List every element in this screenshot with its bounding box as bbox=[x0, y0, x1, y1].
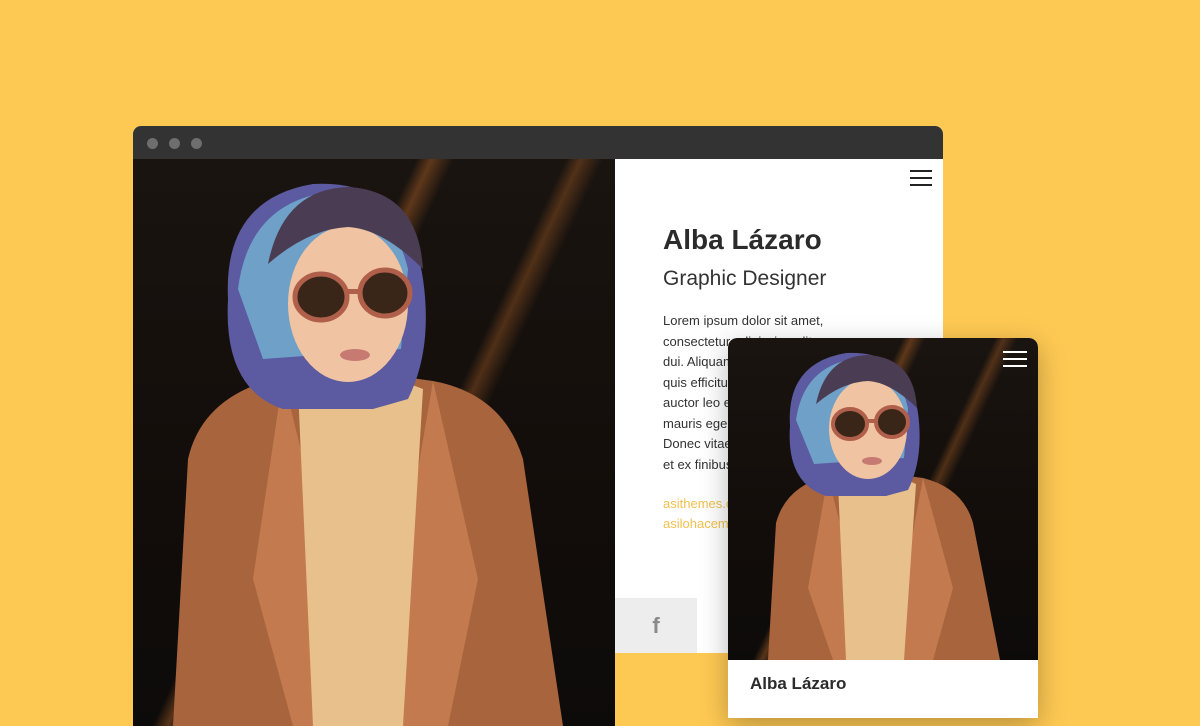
mobile-profile-name: Alba Lázaro bbox=[750, 674, 847, 693]
mobile-profile-photo bbox=[728, 338, 1038, 660]
facebook-icon[interactable]: f bbox=[615, 598, 697, 653]
window-dot-close bbox=[147, 138, 158, 149]
window-dot-maximize bbox=[191, 138, 202, 149]
hamburger-menu-icon[interactable] bbox=[910, 169, 932, 187]
profile-title: Graphic Designer bbox=[663, 267, 827, 290]
profile-name: Alba Lázaro bbox=[663, 224, 822, 255]
browser-title-bar bbox=[133, 126, 943, 159]
bio-line: Lorem ipsum dolor sit amet, bbox=[663, 313, 824, 328]
mobile-hamburger-menu-icon[interactable] bbox=[1003, 350, 1027, 368]
window-dot-minimize bbox=[169, 138, 180, 149]
profile-photo bbox=[133, 159, 615, 726]
email-link[interactable]: asilohacem bbox=[663, 516, 729, 531]
mobile-mockup: Alba Lázaro bbox=[728, 338, 1038, 718]
website-link[interactable]: asithemes.c bbox=[663, 496, 732, 511]
